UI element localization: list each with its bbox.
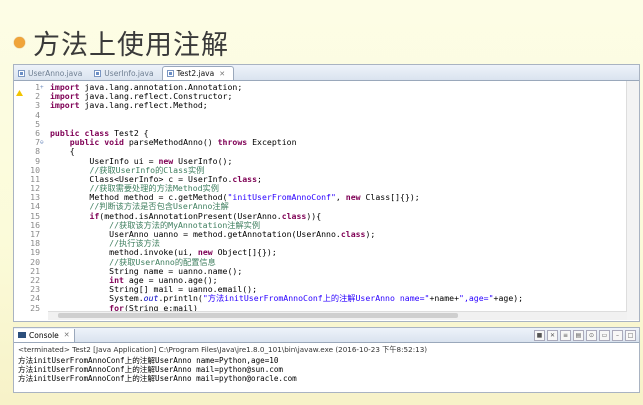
console-output-line-3: 方法initUserFromAnnoConf上的注解UserAnno mail=… — [18, 374, 297, 383]
tab-label: UserAnno.java — [28, 69, 83, 78]
horizontal-scrollbar[interactable] — [48, 311, 627, 320]
fold-marker-icon — [40, 157, 48, 166]
fold-marker-icon — [40, 221, 48, 230]
fold-marker-icon — [40, 258, 48, 267]
fold-marker-icon — [40, 202, 48, 211]
slide-title: 方法上使用注解 — [14, 22, 229, 62]
close-console-icon[interactable]: ✕ — [64, 331, 70, 339]
fold-marker-icon — [40, 294, 48, 303]
pin-console-icon[interactable]: ⊙ — [586, 329, 597, 341]
java-file-icon — [18, 70, 25, 77]
java-file-icon — [166, 70, 174, 77]
tab-label: Test2.java — [176, 69, 215, 78]
console-view: Console ✕ ■ ✕ ≡ ▤ ⊙ ▭ – □ <terminated> T… — [13, 327, 640, 393]
remove-launch-icon[interactable]: ✕ — [547, 329, 558, 341]
fold-marker-icon — [40, 248, 48, 257]
fold-marker-icon — [40, 175, 48, 184]
fold-marker-icon — [40, 120, 48, 129]
fold-marker-icon — [40, 147, 48, 156]
fold-marker-icon — [40, 230, 48, 239]
fold-marker-icon — [40, 111, 48, 120]
fold-marker-icon — [40, 184, 48, 193]
tab-useranno[interactable]: UserAnno.java — [14, 67, 90, 80]
fold-marker-icon — [40, 267, 48, 276]
line-number: 25 — [30, 302, 40, 313]
bullet-icon — [14, 36, 25, 48]
terminate-icon[interactable]: ■ — [534, 329, 545, 341]
code-editor[interactable]: 1 + import java.lang.annotation.Annotation… — [14, 81, 639, 320]
console-icon — [18, 332, 26, 338]
display-console-icon[interactable]: ▭ — [599, 329, 610, 341]
fold-marker-icon — [40, 92, 48, 101]
eclipse-editor-window: UserAnno.java UserInfo.java Test2.java ✕… — [13, 64, 640, 322]
fold-marker-icon — [40, 193, 48, 202]
tab-userinfo[interactable]: UserInfo.java — [90, 67, 161, 80]
fold-marker-icon — [40, 166, 48, 175]
console-output-line-2: 方法initUserFromAnnoConf上的注解UserAnno mail=… — [18, 365, 284, 374]
code-lines: 1 + import java.lang.annotation.Annotation… — [14, 82, 614, 313]
console-tab-label: Console — [29, 330, 59, 340]
fold-marker-icon — [40, 212, 48, 221]
code-text: public void parseMethodAnno() throws Exc… — [69, 137, 297, 148]
clear-console-icon[interactable]: ≡ — [560, 329, 571, 341]
code-line[interactable]: 7 ⊖ public void parseMethodAnno() throws … — [14, 137, 614, 148]
console-tab-bar: Console ✕ ■ ✕ ≡ ▤ ⊙ ▭ – □ — [14, 328, 639, 343]
scroll-lock-icon[interactable]: ▤ — [573, 329, 584, 341]
code-text: import java.lang.reflect.Method; — [50, 100, 208, 111]
fold-marker-icon — [40, 101, 48, 110]
close-tab-icon[interactable]: ✕ — [219, 70, 225, 78]
maximize-icon[interactable]: □ — [625, 329, 636, 341]
console-output-line-1: 方法initUserFromAnnoConf上的注解UserAnno name=… — [18, 356, 279, 365]
tab-console[interactable]: Console ✕ — [14, 328, 75, 342]
fold-marker-icon — [40, 276, 48, 285]
terminated-status: <terminated> Test2 [Java Application] C:… — [18, 345, 428, 354]
fold-marker-icon — [40, 304, 48, 313]
minimize-icon[interactable]: – — [612, 329, 623, 341]
tab-test2[interactable]: Test2.java ✕ — [161, 66, 235, 80]
slide-title-text: 方法上使用注解 — [33, 29, 229, 61]
tab-label: UserInfo.java — [104, 69, 154, 78]
fold-marker-icon[interactable]: ⊖ — [40, 138, 48, 147]
code-line[interactable]: 4 — [14, 110, 614, 120]
console-toolbar: ■ ✕ ≡ ▤ ⊙ ▭ – □ — [534, 329, 639, 341]
editor-tab-bar: UserAnno.java UserInfo.java Test2.java ✕ — [14, 65, 639, 81]
fold-marker-icon[interactable]: + — [40, 83, 48, 92]
java-file-icon — [94, 70, 102, 77]
fold-marker-icon — [40, 239, 48, 248]
vertical-scrollbar[interactable] — [626, 81, 639, 320]
fold-marker-icon — [40, 285, 48, 294]
code-line[interactable]: 3 import java.lang.reflect.Method; — [14, 101, 614, 110]
fold-marker-icon — [40, 129, 48, 138]
